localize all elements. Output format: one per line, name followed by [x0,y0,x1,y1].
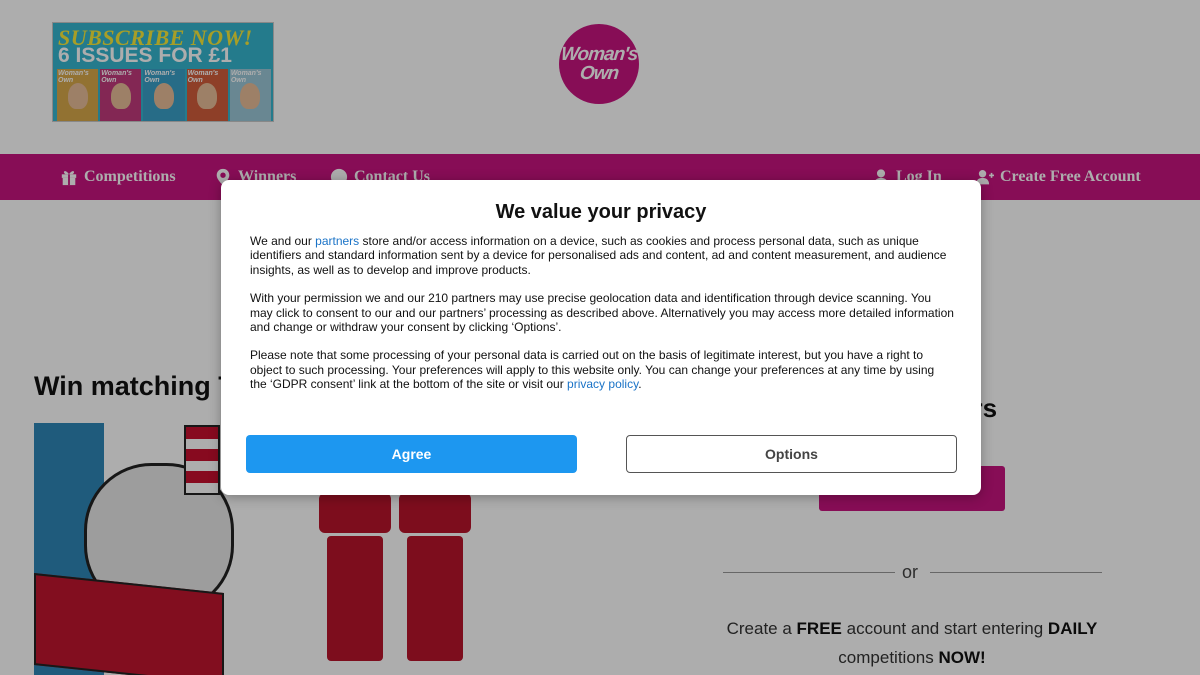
dialog-title: We value your privacy [495,201,707,223]
consent-paragraph-1: We and our partners store and/or access … [250,234,947,277]
consent-paragraph-3: Please note that some processing of your… [250,348,935,392]
privacy-policy-link[interactable]: privacy policy [567,377,638,391]
options-button[interactable]: Options [626,435,957,473]
consent-paragraph-2: With your permission we and our 210 part… [250,291,954,335]
partners-link[interactable]: partners [315,234,359,248]
dialog-body: We and our partners store and/or access … [250,234,954,406]
agree-button[interactable]: Agree [246,435,577,473]
privacy-consent-dialog: We value your privacy We and our partner… [221,180,981,495]
